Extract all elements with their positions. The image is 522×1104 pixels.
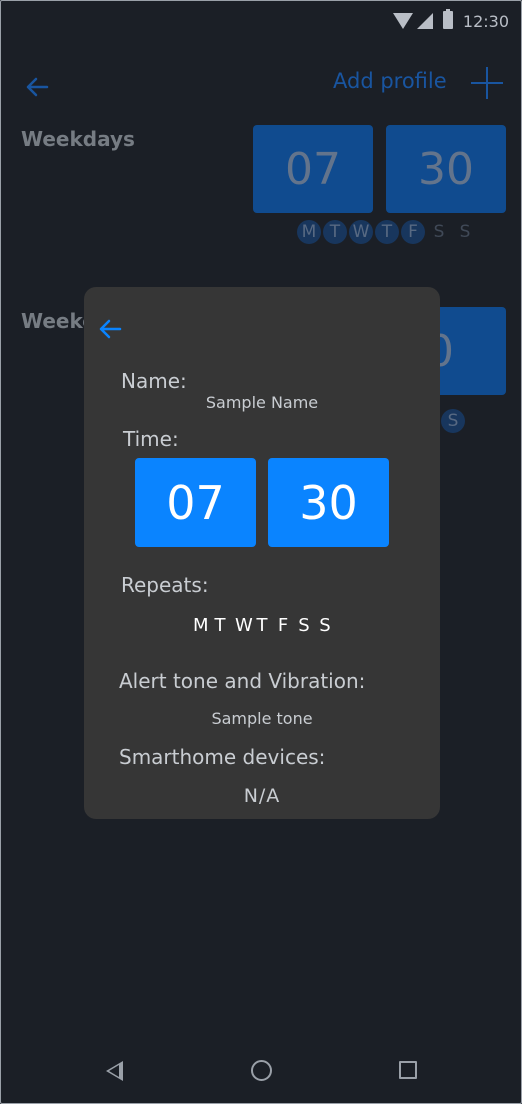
repeat-day[interactable]: M bbox=[193, 615, 209, 636]
profile-days: S bbox=[441, 409, 465, 433]
repeat-day[interactable]: F bbox=[277, 615, 289, 636]
repeat-days: M T W T F S S bbox=[84, 615, 440, 636]
smarthome-value[interactable]: N/A bbox=[84, 785, 440, 807]
day-badge: S bbox=[459, 222, 471, 242]
alert-value[interactable]: Sample tone bbox=[84, 709, 440, 728]
name-value[interactable]: Sample Name bbox=[84, 393, 440, 412]
time-label: Time: bbox=[123, 427, 179, 451]
name-label: Name: bbox=[121, 369, 187, 393]
nav-home-icon[interactable] bbox=[251, 1060, 272, 1081]
repeat-day[interactable]: S bbox=[298, 615, 310, 636]
add-profile-button[interactable]: Add profile bbox=[333, 69, 447, 93]
day-badge: F bbox=[401, 220, 425, 244]
repeat-day[interactable]: S bbox=[319, 615, 331, 636]
hour-box[interactable]: 07 bbox=[135, 458, 256, 547]
repeat-day[interactable]: T bbox=[214, 615, 226, 636]
profile-minute[interactable]: 30 bbox=[386, 125, 506, 213]
repeat-day[interactable]: W bbox=[235, 615, 253, 636]
profile-hour[interactable]: 07 bbox=[253, 125, 373, 213]
profile-label[interactable]: Weekdays bbox=[21, 127, 135, 151]
repeat-day[interactable]: T bbox=[256, 615, 268, 636]
day-badge: T bbox=[323, 220, 347, 244]
smarthome-label: Smarthome devices: bbox=[119, 745, 326, 769]
nav-back-icon[interactable] bbox=[106, 1061, 123, 1081]
minute-box[interactable]: 30 bbox=[268, 458, 389, 547]
system-nav-bar bbox=[1, 1039, 521, 1103]
profile-details-dialog: Name: Sample Name Time: 07 30 Repeats: M… bbox=[84, 287, 440, 819]
day-badge: S bbox=[433, 222, 445, 242]
profile-days: M T W T F S S bbox=[297, 220, 477, 244]
nav-recents-icon[interactable] bbox=[399, 1061, 417, 1079]
alert-label: Alert tone and Vibration: bbox=[119, 669, 366, 693]
plus-icon[interactable] bbox=[471, 67, 503, 99]
day-badge: S bbox=[441, 409, 465, 433]
back-arrow-icon[interactable] bbox=[23, 73, 51, 101]
app-screen: 12:30 Add profile Weekdays 07 30 M T W T… bbox=[0, 0, 522, 1104]
day-badge: T bbox=[375, 220, 399, 244]
day-badge: W bbox=[349, 220, 373, 244]
back-arrow-icon[interactable] bbox=[96, 315, 124, 343]
repeats-label: Repeats: bbox=[121, 573, 209, 597]
day-badge: M bbox=[297, 220, 321, 244]
